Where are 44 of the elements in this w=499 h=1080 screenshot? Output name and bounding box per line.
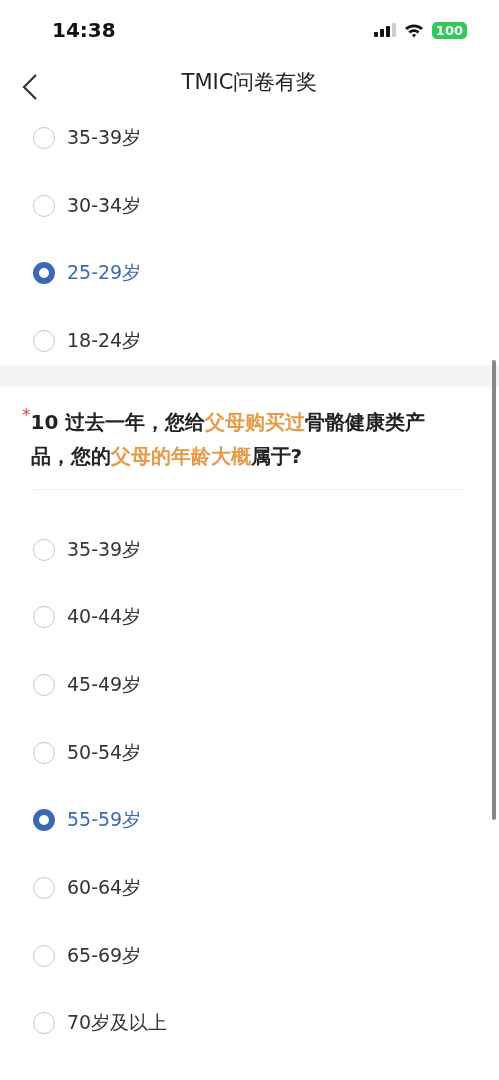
radio-option[interactable]: 65-69岁: [0, 921, 499, 990]
option-label: 55-59岁: [67, 807, 142, 833]
radio-option[interactable]: 30-34岁: [0, 171, 499, 240]
status-time: 14:38: [52, 18, 116, 42]
radio-button[interactable]: [33, 741, 55, 764]
signal-icon: [373, 23, 396, 37]
option-label: 70岁及以上: [67, 1010, 168, 1036]
radio-option[interactable]: 45-49岁: [0, 651, 499, 719]
radio-option[interactable]: 25-29岁: [0, 239, 499, 308]
option-label: 40-44岁: [67, 604, 142, 630]
radio-button[interactable]: [33, 673, 55, 696]
radio-button[interactable]: [33, 194, 55, 217]
radio-option[interactable]: 55-59岁: [0, 786, 499, 855]
radio-option[interactable]: 18-24岁: [0, 307, 499, 375]
option-label: 65-69岁: [67, 942, 142, 968]
radio-option[interactable]: 70岁及以上: [0, 989, 499, 1058]
radio-button[interactable]: [33, 329, 55, 352]
option-label: 35-39岁: [67, 124, 142, 150]
option-label: 35-39岁: [67, 536, 142, 562]
radio-button[interactable]: [33, 262, 55, 285]
option-label: 60-64岁: [67, 875, 142, 901]
radio-button[interactable]: [33, 606, 55, 629]
radio-button[interactable]: [33, 944, 55, 967]
option-label: 25-29岁: [67, 260, 142, 286]
question-text: 10 过去一年，您给父母购买过骨骼健康类产品，您的父母的年龄大概属于?: [30, 408, 427, 470]
back-icon[interactable]: [22, 74, 38, 100]
radio-option[interactable]: 35-39岁: [0, 104, 499, 172]
page-title: TMIC问卷有奖: [181, 69, 318, 96]
option-label: 30-34岁: [67, 192, 142, 218]
radio-button[interactable]: [33, 809, 55, 832]
radio-button[interactable]: [33, 1012, 55, 1035]
radio-button[interactable]: [33, 538, 55, 561]
option-label: 18-24岁: [67, 327, 142, 353]
radio-option[interactable]: 40-44岁: [0, 583, 499, 652]
battery-indicator: 100: [431, 21, 467, 39]
wifi-icon: [403, 22, 424, 38]
option-label: 50-54岁: [67, 739, 142, 765]
radio-option[interactable]: 50-54岁: [0, 718, 499, 787]
option-label: 45-49岁: [67, 671, 142, 697]
radio-button[interactable]: [33, 877, 55, 900]
radio-option[interactable]: 35-39岁: [0, 515, 499, 584]
radio-button[interactable]: [33, 126, 55, 149]
required-mark: *: [22, 404, 31, 427]
radio-option[interactable]: 60-64岁: [0, 854, 499, 922]
